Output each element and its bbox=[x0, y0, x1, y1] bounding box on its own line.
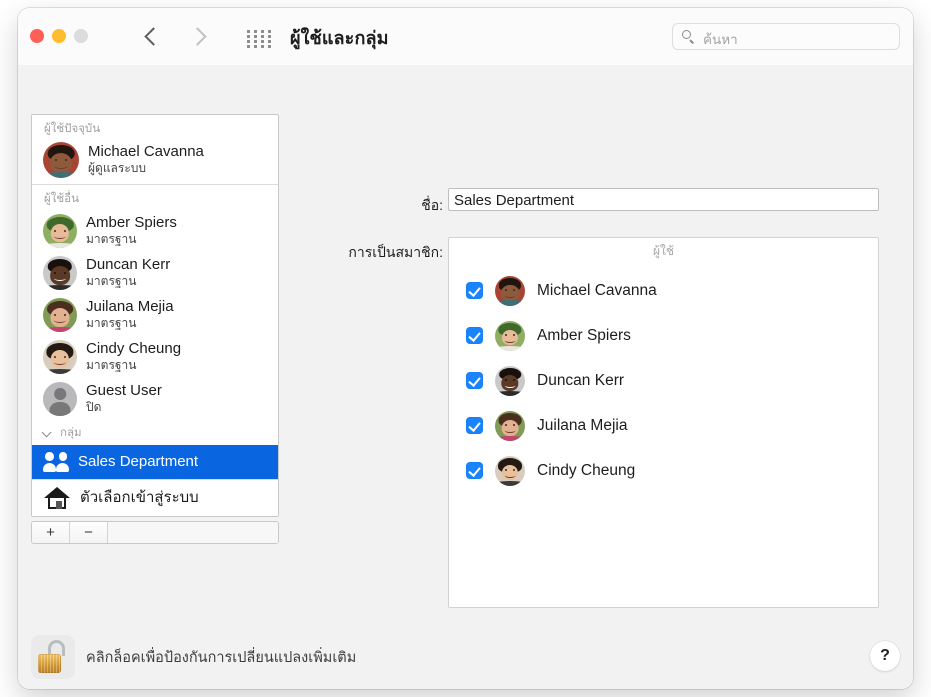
person-icon bbox=[43, 382, 77, 416]
member-checkbox[interactable] bbox=[466, 462, 483, 479]
sidebar-item-sales-department[interactable]: Sales Department bbox=[32, 445, 278, 479]
sidebar-item-role: มาตรฐาน bbox=[86, 316, 137, 331]
add-account-button[interactable]: + bbox=[32, 522, 70, 543]
avatar bbox=[495, 455, 525, 486]
avatar bbox=[495, 275, 525, 306]
member-name: Juilana Mejia bbox=[537, 416, 628, 434]
forward-chevron-icon[interactable] bbox=[186, 22, 210, 52]
members-column-header: ผู้ใช้ bbox=[652, 244, 675, 258]
chevron-down-icon bbox=[43, 428, 53, 438]
lock-status-text: คลิกล็อคเพื่อป้องกันการเปลี่ยนแปลงเพิ่มเ… bbox=[86, 650, 357, 666]
sidebar-section-label: กลุ่ม bbox=[60, 427, 82, 439]
avatar bbox=[495, 410, 525, 441]
minimize-button[interactable] bbox=[52, 29, 66, 43]
sidebar-item-juilana-mejia[interactable]: Juilana Mejia มาตรฐาน bbox=[32, 294, 278, 336]
avatar bbox=[43, 256, 77, 290]
sidebar-item-duncan-kerr[interactable]: Duncan Kerr มาตรฐาน bbox=[32, 252, 278, 294]
sidebar-item-login-options[interactable]: ตัวเลือกเข้าสู่ระบบ bbox=[32, 480, 278, 516]
avatar bbox=[495, 365, 525, 396]
sidebar-item-label: Duncan Kerr bbox=[86, 256, 171, 274]
group-name-input[interactable] bbox=[448, 188, 879, 211]
sidebar-item-label: Cindy Cheung bbox=[86, 340, 182, 358]
accounts-list: ผู้ใช้ปัจจุบัน Michael Cavanna ผู้ดูแลระ… bbox=[31, 114, 279, 517]
table-row[interactable]: Michael Cavanna bbox=[449, 268, 878, 313]
window-footer: คลิกล็อคเพื่อป้องกันการเปลี่ยนแปลงเพิ่มเ… bbox=[18, 628, 913, 689]
table-row[interactable]: Amber Spiers bbox=[449, 313, 878, 358]
page-title: ผู้ใช้และกลุ่ม bbox=[290, 28, 389, 48]
group-icon bbox=[43, 451, 69, 473]
sidebar-item-guest-user[interactable]: Guest User ปิด bbox=[32, 378, 278, 420]
sidebar-item-amber-spiers[interactable]: Amber Spiers มาตรฐาน bbox=[32, 210, 278, 252]
membership-list: ผู้ใช้ Michael Cavanna Amber Spiers Dunc… bbox=[448, 237, 879, 608]
sidebar-item-label: Amber Spiers bbox=[86, 214, 177, 232]
sidebar-item-label: Juilana Mejia bbox=[86, 298, 174, 316]
avatar bbox=[43, 340, 77, 374]
member-checkbox[interactable] bbox=[466, 372, 483, 389]
member-name: Duncan Kerr bbox=[537, 371, 625, 389]
sidebar-item-label: Sales Department bbox=[78, 452, 199, 470]
action-bar-filler bbox=[108, 522, 278, 543]
search-icon bbox=[682, 30, 696, 44]
table-row[interactable]: Juilana Mejia bbox=[449, 403, 878, 448]
lock-button[interactable] bbox=[31, 635, 75, 679]
member-checkbox[interactable] bbox=[466, 327, 483, 344]
remove-account-button[interactable]: − bbox=[70, 522, 108, 543]
member-name: Amber Spiers bbox=[537, 326, 631, 344]
table-row[interactable]: Duncan Kerr bbox=[449, 358, 878, 403]
show-all-grid-icon[interactable] bbox=[247, 30, 273, 48]
avatar bbox=[43, 214, 77, 248]
membership-label: การเป็นสมาชิก: bbox=[348, 244, 443, 260]
search-placeholder: ค้นหา bbox=[703, 32, 738, 47]
sidebar-section-current-user: ผู้ใช้ปัจจุบัน bbox=[32, 115, 278, 140]
window-titlebar: ผู้ใช้และกลุ่ม ค้นหา bbox=[18, 8, 913, 66]
sidebar-item-cindy-cheung[interactable]: Cindy Cheung มาตรฐาน bbox=[32, 336, 278, 378]
help-button[interactable]: ? bbox=[870, 641, 900, 671]
sidebar-item-role: มาตรฐาน bbox=[86, 232, 137, 247]
screenshot-root: ผู้ใช้และกลุ่ม ค้นหา ผู้ใช้ปัจจุบัน Mich… bbox=[0, 0, 931, 697]
sidebar-item-label: Michael Cavanna bbox=[88, 143, 204, 161]
back-chevron-icon[interactable] bbox=[140, 22, 164, 52]
close-button[interactable] bbox=[30, 29, 44, 43]
name-field-label: ชื่อ: bbox=[421, 197, 443, 213]
member-name: Michael Cavanna bbox=[537, 281, 657, 299]
group-detail-pane: ชื่อ: การเป็นสมาชิก: ผู้ใช้ Michael Cav bbox=[283, 114, 897, 624]
sidebar-item-michael-cavanna[interactable]: Michael Cavanna ผู้ดูแลระบบ bbox=[32, 140, 278, 184]
avatar bbox=[43, 142, 79, 178]
home-icon bbox=[43, 486, 71, 510]
sidebar-item-role: มาตรฐาน bbox=[86, 358, 137, 373]
sidebar-item-role: ปิด bbox=[86, 400, 102, 415]
sidebar-action-bar: + − bbox=[31, 521, 279, 544]
traffic-lights bbox=[30, 29, 88, 43]
sidebar-section-groups[interactable]: กลุ่ม bbox=[32, 420, 278, 445]
member-name: Cindy Cheung bbox=[537, 461, 636, 479]
sidebar-item-label: Guest User bbox=[86, 382, 162, 400]
sidebar-item-role: ผู้ดูแลระบบ bbox=[88, 161, 147, 176]
avatar bbox=[43, 382, 77, 416]
avatar bbox=[495, 320, 525, 351]
member-checkbox[interactable] bbox=[466, 417, 483, 434]
table-row[interactable]: Cindy Cheung bbox=[449, 448, 878, 493]
sidebar: ผู้ใช้ปัจจุบัน Michael Cavanna ผู้ดูแลระ… bbox=[31, 114, 279, 544]
sidebar-item-role: มาตรฐาน bbox=[86, 274, 137, 289]
sidebar-item-label: ตัวเลือกเข้าสู่ระบบ bbox=[80, 488, 199, 506]
avatar bbox=[43, 298, 77, 332]
zoom-button[interactable] bbox=[74, 29, 88, 43]
member-checkbox[interactable] bbox=[466, 282, 483, 299]
window-content: ผู้ใช้ปัจจุบัน Michael Cavanna ผู้ดูแลระ… bbox=[18, 65, 913, 628]
sidebar-section-other-users: ผู้ใช้อื่น bbox=[32, 185, 278, 210]
system-preferences-window: ผู้ใช้และกลุ่ม ค้นหา ผู้ใช้ปัจจุบัน Mich… bbox=[18, 8, 913, 689]
search-input[interactable]: ค้นหา bbox=[672, 23, 900, 50]
navigation-buttons bbox=[140, 22, 210, 52]
